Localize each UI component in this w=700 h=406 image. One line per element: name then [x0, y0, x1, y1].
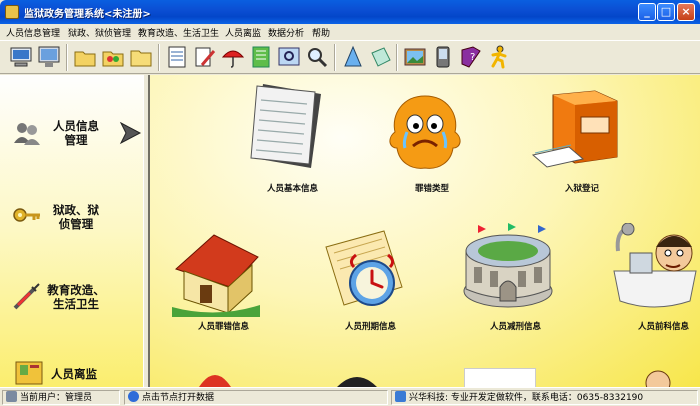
clock-paper-icon: [325, 230, 403, 306]
tile-commutation-info[interactable]: 人员减刑信息: [460, 223, 580, 335]
status-user: 当前用户：管理员: [2, 390, 120, 405]
folder-users-icon[interactable]: [100, 44, 126, 70]
close-button[interactable]: ×: [677, 3, 695, 21]
partial-tile-icon: [464, 368, 536, 387]
maximize-button[interactable]: □: [657, 3, 675, 21]
document-icon: [250, 84, 321, 168]
notebook-icon[interactable]: [248, 44, 274, 70]
window-title: 监狱政务管理系统<未注册>: [24, 9, 151, 20]
nav-item-prison[interactable]: 狱政、狱 侦管理: [6, 199, 142, 235]
partial-tile-icon: [337, 377, 377, 387]
menu-bar: 人员信息管理 狱政、狱侦管理 教育改造、生活卫生 人员离监 数据分析 帮助: [0, 24, 700, 40]
info-icon: [128, 391, 139, 402]
tile-personnel-basic[interactable]: 人员基本信息: [235, 80, 345, 194]
nav-label-prison: 狱政、狱 侦管理: [53, 203, 99, 231]
menu-personnel[interactable]: 人员信息管理: [6, 26, 60, 39]
nav-item-release[interactable]: 人员离监: [6, 359, 142, 389]
status-hint: 点击节点打开数据: [124, 390, 388, 405]
status-company-text: 兴华科技: 专业开发定做软件，联系电话：0635-8332190: [409, 393, 644, 403]
tile-label: 人员减刑信息: [490, 322, 542, 332]
tile-label: 人员前科信息: [638, 322, 690, 332]
tile-label: 人员罪错信息: [198, 322, 250, 332]
help-book-icon[interactable]: ?: [458, 44, 484, 70]
minimize-button[interactable]: _: [638, 3, 656, 21]
book-icon: [15, 361, 43, 385]
menu-help[interactable]: 帮助: [312, 26, 330, 39]
nav-label-personnel: 人员信息 管理: [53, 119, 99, 147]
user-icon: [6, 391, 17, 402]
tile-sentence-info[interactable]: 人员刑期信息: [315, 225, 425, 335]
tile-admission[interactable]: 入狱登记: [525, 85, 635, 194]
cone-icon[interactable]: [340, 44, 366, 70]
folder-open-icon[interactable]: [128, 44, 154, 70]
monitor-icon[interactable]: [36, 44, 62, 70]
svg-text:?: ?: [470, 52, 475, 63]
image-search-icon[interactable]: [276, 44, 302, 70]
key-icon: [13, 208, 40, 222]
status-user-text: 当前用户：管理员: [20, 393, 93, 403]
tile-label: 入狱登记: [565, 184, 600, 194]
computer-icon[interactable]: [8, 44, 34, 70]
magnifier-icon[interactable]: [304, 44, 330, 70]
edit-icon[interactable]: [192, 44, 218, 70]
tile-label: 人员基本信息: [267, 184, 319, 194]
toolbar: ?: [0, 40, 700, 74]
tile-prior-record[interactable]: 人员前科信息: [610, 223, 700, 335]
menu-education[interactable]: 教育改造、生活卫生: [138, 26, 219, 39]
users-icon: [14, 123, 40, 145]
tile-label: 罪错类型: [415, 184, 450, 194]
runner-icon[interactable]: [486, 44, 512, 70]
app-icon[interactable]: [5, 5, 19, 19]
status-hint-text: 点击节点打开数据: [142, 393, 215, 403]
panel-splitter[interactable]: [143, 75, 150, 387]
menu-release[interactable]: 人员离监: [225, 26, 261, 39]
house-icon: [172, 234, 260, 317]
tile-offense-info[interactable]: 人员罪错信息: [170, 225, 280, 335]
partial-tile-icon: [645, 370, 671, 387]
title-bar: 监狱政务管理系统<未注册> _ □ ×: [0, 0, 700, 24]
stadium-icon: [463, 223, 553, 308]
tile-label: 人员刑期信息: [345, 322, 397, 332]
report-icon[interactable]: [164, 44, 190, 70]
filing-cabinet-icon: [531, 90, 618, 168]
nav-label-release: 人员离监: [51, 367, 97, 381]
note-icon[interactable]: [368, 44, 394, 70]
partial-tile-icon: [199, 375, 231, 387]
folder-icon[interactable]: [72, 44, 98, 70]
status-bar: 当前用户：管理员 点击节点打开数据 兴华科技: 专业开发定做软件，联系电话：06…: [0, 387, 700, 406]
pda-icon[interactable]: [430, 44, 456, 70]
expand-arrow-icon[interactable]: [118, 121, 142, 145]
bathtub-man-icon: [613, 223, 697, 308]
picture-icon[interactable]: [402, 44, 428, 70]
nav-label-education: 教育改造、 生活卫生: [47, 283, 105, 311]
menu-prison-admin[interactable]: 狱政、狱侦管理: [68, 26, 131, 39]
menu-analysis[interactable]: 数据分析: [268, 26, 304, 39]
tile-offense-type[interactable]: 罪错类型: [385, 85, 485, 194]
main-area: 人员基本信息 罪错类型 入狱登记 人员罪错信息 人员刑期信息 人员减刑信息 人员…: [150, 75, 700, 387]
crying-blob-icon: [389, 95, 461, 169]
nav-item-education[interactable]: 教育改造、 生活卫生: [6, 279, 142, 315]
umbrella-icon[interactable]: [220, 44, 246, 70]
status-company: 兴华科技: 专业开发定做软件，联系电话：0635-8332190: [391, 390, 698, 405]
company-icon: [395, 391, 406, 402]
